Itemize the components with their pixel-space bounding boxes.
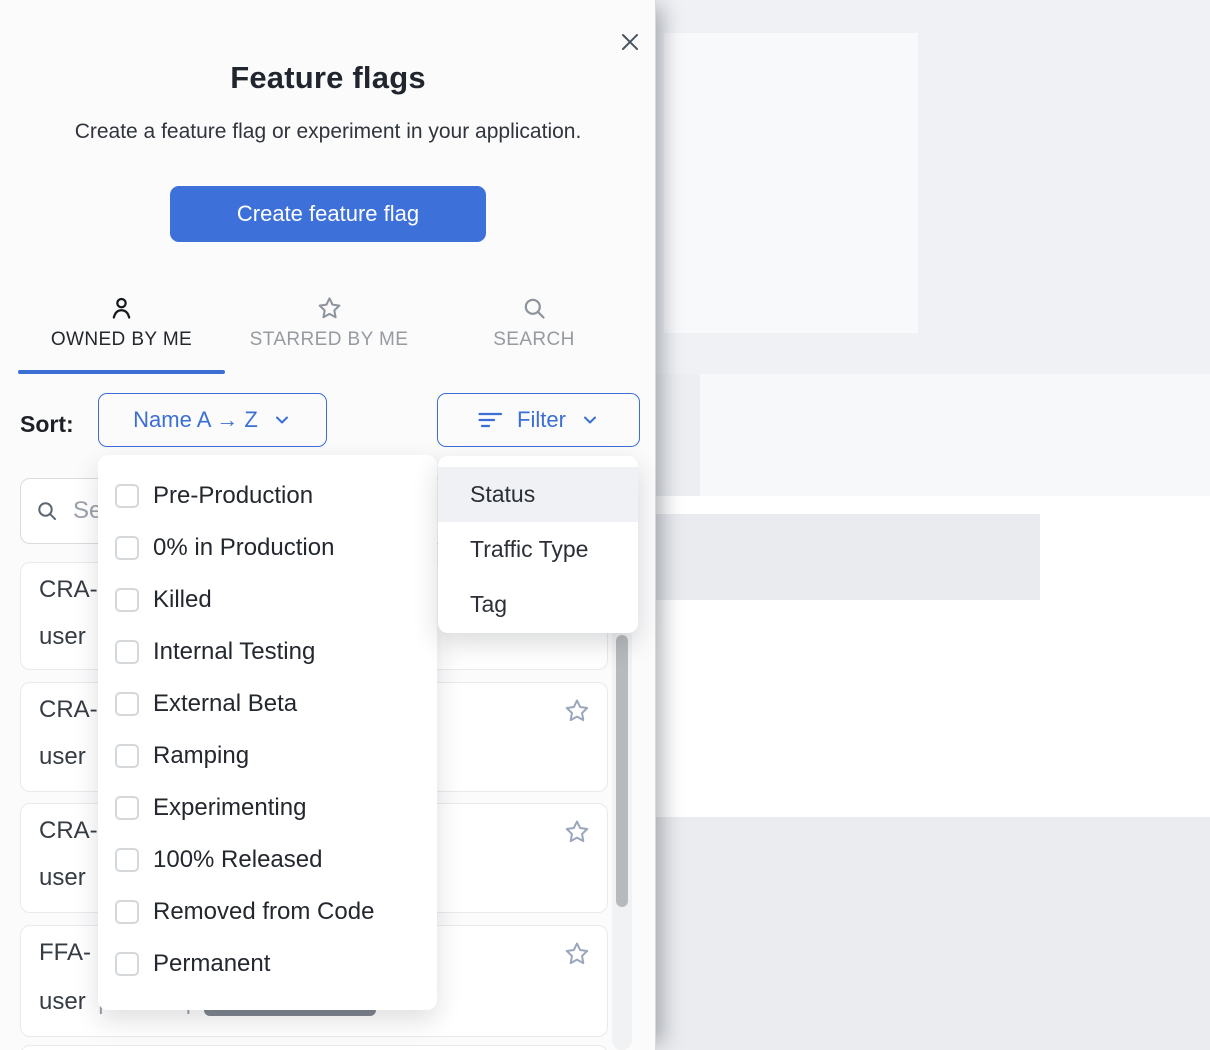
status-option-experimenting[interactable]: Experimenting (98, 782, 437, 834)
background-block (700, 374, 1210, 496)
flag-name: FFA- (39, 939, 91, 967)
checkbox[interactable] (115, 588, 139, 612)
checkbox[interactable] (115, 952, 139, 976)
search-icon (35, 499, 59, 523)
background-block (656, 817, 1210, 1050)
chevron-down-icon (272, 410, 292, 430)
feature-flags-panel: Feature flags Create a feature flag or e… (0, 0, 656, 1050)
star-icon[interactable] (563, 818, 591, 846)
status-option-0-in-production[interactable]: 0% in Production (98, 522, 437, 574)
checkbox[interactable] (115, 536, 139, 560)
scrollbar-thumb[interactable] (616, 635, 628, 907)
flag-traffic-type: user (39, 864, 86, 892)
sort-dropdown-button[interactable]: Name A → Z (98, 393, 327, 447)
status-option-100-released[interactable]: 100% Released (98, 834, 437, 886)
status-option-pre-production[interactable]: Pre-Production (98, 470, 437, 522)
status-option-external-beta[interactable]: External Beta (98, 678, 437, 730)
filter-icon (477, 407, 503, 433)
star-icon (316, 295, 343, 322)
star-icon[interactable] (563, 940, 591, 968)
filter-category-tag[interactable]: Tag (438, 577, 638, 632)
filter-category-menu: Status Traffic Type Tag (438, 456, 638, 633)
checkbox[interactable] (115, 692, 139, 716)
checkbox[interactable] (115, 900, 139, 924)
tab-label: OWNED BY ME (51, 329, 192, 351)
checkbox[interactable] (115, 796, 139, 820)
checkbox[interactable] (115, 640, 139, 664)
sort-label: Sort: (20, 411, 74, 438)
flag-list-item[interactable] (20, 1045, 608, 1050)
flag-traffic-type: user (39, 743, 86, 771)
screen: Feature flags Create a feature flag or e… (0, 0, 1210, 1050)
checkbox[interactable] (115, 744, 139, 768)
filter-category-status[interactable]: Status (438, 467, 638, 522)
tab-starred-by-me[interactable]: STARRED BY ME (233, 295, 425, 351)
tab-owned-by-me[interactable]: OWNED BY ME (18, 295, 225, 351)
flag-traffic-type: user (39, 623, 86, 651)
flag-name: CRA- (39, 576, 98, 604)
search-icon (521, 295, 548, 322)
sort-value: Name A → Z (133, 407, 258, 433)
status-option-killed[interactable]: Killed (98, 574, 437, 626)
filter-button-label: Filter (517, 407, 566, 433)
flag-name: CRA- (39, 817, 98, 845)
tab-label: SEARCH (493, 329, 575, 351)
filter-dropdown-button[interactable]: Filter (437, 393, 640, 447)
create-feature-flag-button[interactable]: Create feature flag (170, 186, 486, 242)
close-button[interactable] (614, 26, 646, 58)
background-block (656, 374, 700, 496)
flag-traffic-type: user (39, 988, 86, 1015)
chevron-down-icon (580, 410, 600, 430)
status-option-internal-testing[interactable]: Internal Testing (98, 626, 437, 678)
close-icon (618, 30, 642, 54)
status-option-permanent[interactable]: Permanent (98, 938, 437, 990)
tab-search[interactable]: SEARCH (459, 295, 609, 351)
status-option-removed-from-code[interactable]: Removed from Code (98, 886, 437, 938)
checkbox[interactable] (115, 848, 139, 872)
star-icon[interactable] (563, 697, 591, 725)
page-subtitle: Create a feature flag or experiment in y… (0, 120, 656, 144)
tab-label: STARRED BY ME (250, 329, 409, 351)
status-option-ramping[interactable]: Ramping (98, 730, 437, 782)
status-filter-dropdown: Pre-Production 0% in Production Killed I… (98, 455, 437, 1010)
page-title: Feature flags (0, 60, 656, 96)
background-block (656, 514, 1040, 600)
filter-category-traffic-type[interactable]: Traffic Type (438, 522, 638, 577)
checkbox[interactable] (115, 484, 139, 508)
background-block (664, 33, 918, 333)
flag-name: CRA- (39, 696, 98, 724)
person-icon (108, 295, 135, 322)
active-tab-underline (18, 370, 225, 374)
